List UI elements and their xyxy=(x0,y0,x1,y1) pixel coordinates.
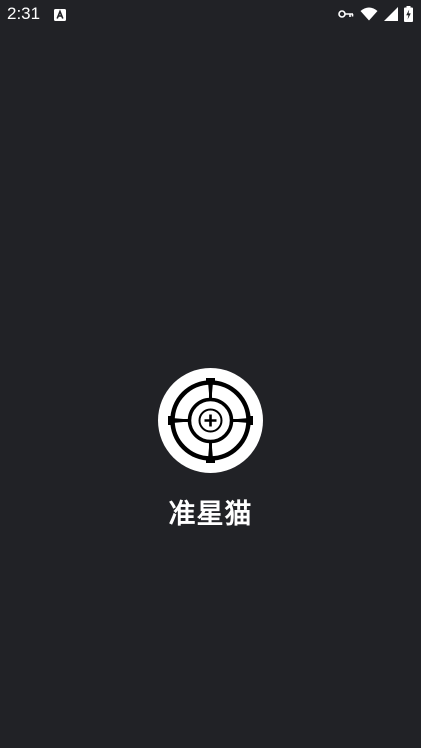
splash-screen: 2:31 准星猫 xyxy=(0,0,421,748)
app-notification-icon xyxy=(53,7,67,21)
battery-charging-icon xyxy=(404,6,413,22)
status-bar: 2:31 xyxy=(0,0,421,30)
wifi-icon xyxy=(360,7,378,21)
status-icons xyxy=(338,5,413,23)
signal-icon xyxy=(384,7,398,21)
key-icon xyxy=(338,9,354,19)
crosshair-logo-icon xyxy=(158,368,263,473)
app-name: 准星猫 xyxy=(168,499,253,530)
status-time: 2:31 xyxy=(7,4,41,23)
